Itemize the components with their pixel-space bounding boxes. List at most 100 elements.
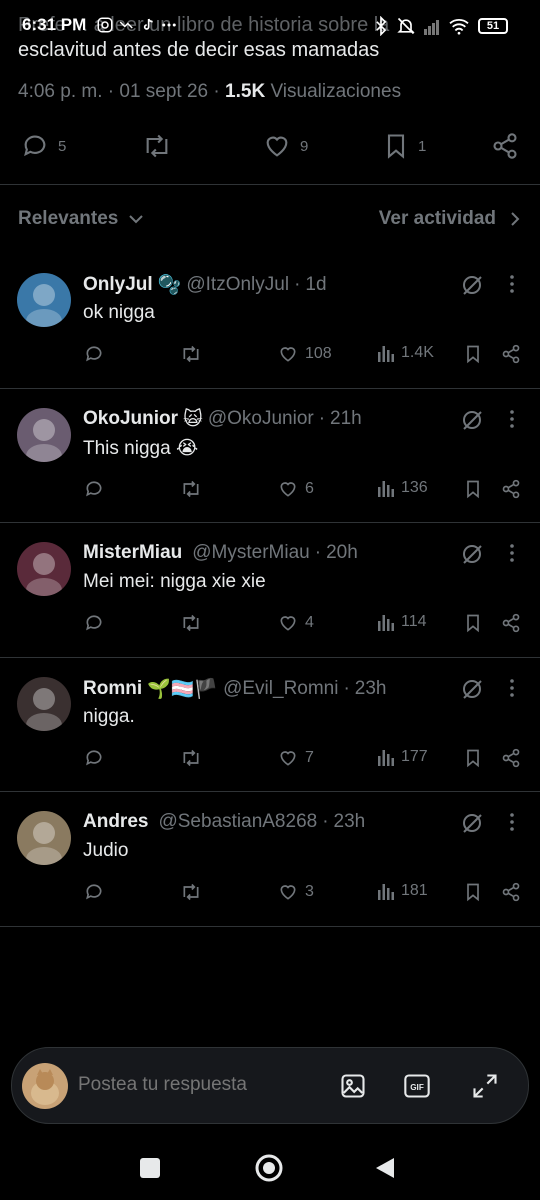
- share-icon: [502, 613, 520, 633]
- chevron-right-icon: [511, 212, 520, 226]
- reply-like-count: 7: [305, 748, 314, 766]
- reply-header: OkoJunior 🙀 @OkoJunior · 21h: [83, 408, 362, 431]
- bookmark-icon: [467, 749, 479, 767]
- views-chart-icon: [378, 749, 394, 766]
- reply-author-name[interactable]: Andres: [83, 811, 148, 833]
- reply-dot: ·: [294, 274, 301, 295]
- like-button[interactable]: 9: [262, 132, 308, 160]
- circle-icon: [255, 1154, 283, 1182]
- sort-relevance-dropdown[interactable]: Relevantes: [18, 208, 144, 230]
- grok-button[interactable]: [460, 408, 484, 437]
- reply-comment-button[interactable]: [83, 748, 105, 768]
- grok-button[interactable]: [460, 811, 484, 840]
- reply-retweet-button[interactable]: [178, 344, 204, 364]
- avatar[interactable]: [17, 676, 71, 731]
- reply-views-button[interactable]: 177: [377, 748, 428, 766]
- reply-retweet-button[interactable]: [178, 479, 204, 499]
- reply-item[interactable]: MisterMiau @MysterMiau · 20h Mei mei: ni…: [0, 523, 540, 658]
- view-activity-link[interactable]: Ver actividad: [379, 208, 520, 230]
- reply-icon: [86, 346, 102, 362]
- reply-button[interactable]: 5: [20, 132, 66, 160]
- reply-author-badge: 🌱🏳️‍⚧️🏴: [147, 678, 219, 700]
- reply-more-button[interactable]: [505, 677, 519, 704]
- share-button[interactable]: [490, 132, 520, 160]
- reply-views-button[interactable]: 114: [377, 613, 427, 631]
- reply-share-button[interactable]: [500, 344, 522, 364]
- reply-author-handle[interactable]: @Evil_Romni: [223, 678, 338, 700]
- reply-comment-button[interactable]: [83, 613, 105, 633]
- reply-share-button[interactable]: [500, 613, 522, 633]
- reply-view-count: 114: [401, 613, 427, 630]
- reply-views-button[interactable]: 136: [377, 479, 428, 497]
- reply-author-name[interactable]: OkoJunior: [83, 408, 178, 430]
- reply-author-name[interactable]: MisterMiau: [83, 542, 182, 564]
- reply-author-handle[interactable]: @SebastianA8268: [158, 811, 317, 833]
- reply-author-handle[interactable]: @ItzOnlyJul: [186, 274, 289, 296]
- avatar[interactable]: [17, 542, 71, 596]
- reply-time: 23h: [333, 811, 366, 832]
- grok-icon: [463, 679, 482, 699]
- top-area: Prefe ... a leer un libro de historia so…: [0, 0, 540, 70]
- home-button[interactable]: [254, 1153, 284, 1188]
- reply-author-handle[interactable]: @MysterMiau: [192, 542, 309, 564]
- reply-comment-button[interactable]: [83, 344, 105, 364]
- avatar[interactable]: [17, 811, 71, 865]
- reply-item[interactable]: Andres @SebastianA8268 · 23h Judio 3 181: [0, 792, 540, 927]
- reply-like-button[interactable]: 3: [277, 882, 314, 902]
- reply-like-button[interactable]: 108: [277, 344, 332, 364]
- grok-button[interactable]: [460, 542, 484, 571]
- reply-bookmark-button[interactable]: [463, 882, 483, 902]
- expand-button[interactable]: [471, 1072, 499, 1105]
- grok-button[interactable]: [460, 273, 484, 302]
- reply-time: 23h: [354, 677, 387, 699]
- retweet-icon: [183, 480, 199, 497]
- status-time: 6:31 PM: [22, 15, 87, 34]
- reply-more-button[interactable]: [505, 811, 519, 838]
- reply-more-button[interactable]: [505, 542, 519, 569]
- reply-actions: 3 181: [0, 882, 540, 912]
- reply-text: nigga.: [83, 705, 135, 727]
- reply-like-button[interactable]: 6: [277, 479, 314, 499]
- reply-share-button[interactable]: [500, 882, 522, 902]
- back-button[interactable]: [374, 1156, 396, 1185]
- reply-retweet-button[interactable]: [178, 613, 204, 633]
- reply-author-name[interactable]: Romni: [83, 678, 142, 700]
- reply-like-button[interactable]: 4: [277, 613, 314, 633]
- reply-bookmark-button[interactable]: [463, 479, 483, 499]
- reply-bookmark-button[interactable]: [463, 344, 483, 364]
- image-button[interactable]: [339, 1072, 367, 1105]
- reply-author-name[interactable]: OnlyJul: [83, 274, 153, 296]
- reply-bookmark-button[interactable]: [463, 748, 483, 768]
- reply-views-button[interactable]: 1.4K: [377, 344, 434, 362]
- reply-more-button[interactable]: [505, 273, 519, 300]
- recent-apps-button[interactable]: [139, 1157, 161, 1184]
- reply-author-handle[interactable]: @OkoJunior: [208, 408, 314, 430]
- reply-share-button[interactable]: [500, 479, 522, 499]
- reply-bookmark-button[interactable]: [463, 613, 483, 633]
- reply-item[interactable]: Romni 🌱🏳️‍⚧️🏴 @Evil_Romni · 23h nigga. 7: [0, 658, 540, 793]
- reply-input[interactable]: [78, 1074, 318, 1096]
- gif-button[interactable]: GIF: [403, 1072, 431, 1105]
- reply-icon: [86, 615, 102, 631]
- reply-retweet-button[interactable]: [178, 748, 204, 768]
- share-icon: [502, 479, 520, 498]
- reply-views-button[interactable]: 181: [377, 882, 428, 900]
- reply-like-button[interactable]: 7: [277, 748, 314, 768]
- retweet-button[interactable]: [140, 132, 174, 160]
- reply-retweet-button[interactable]: [178, 882, 204, 902]
- avatar[interactable]: [17, 273, 71, 327]
- heart-icon: [280, 481, 296, 497]
- reply-share-button[interactable]: [500, 748, 522, 768]
- status-system-icons: 51: [374, 16, 508, 36]
- reply-more-button[interactable]: [505, 408, 519, 435]
- reply-comment-button[interactable]: [83, 882, 105, 902]
- bookmark-button[interactable]: 1: [382, 132, 426, 160]
- bookmark-icon: [467, 345, 479, 364]
- avatar[interactable]: [17, 407, 71, 462]
- reply-comment-button[interactable]: [83, 479, 105, 499]
- reply-item[interactable]: OkoJunior 🙀 @OkoJunior · 21h This nigga …: [0, 389, 540, 524]
- grok-button[interactable]: [460, 677, 484, 706]
- reply-view-count: 177: [401, 747, 428, 765]
- reply-item[interactable]: OnlyJul 🫧 @ItzOnlyJul · 1d ok nigga 108: [0, 254, 540, 389]
- reply-text: Judio: [83, 840, 129, 861]
